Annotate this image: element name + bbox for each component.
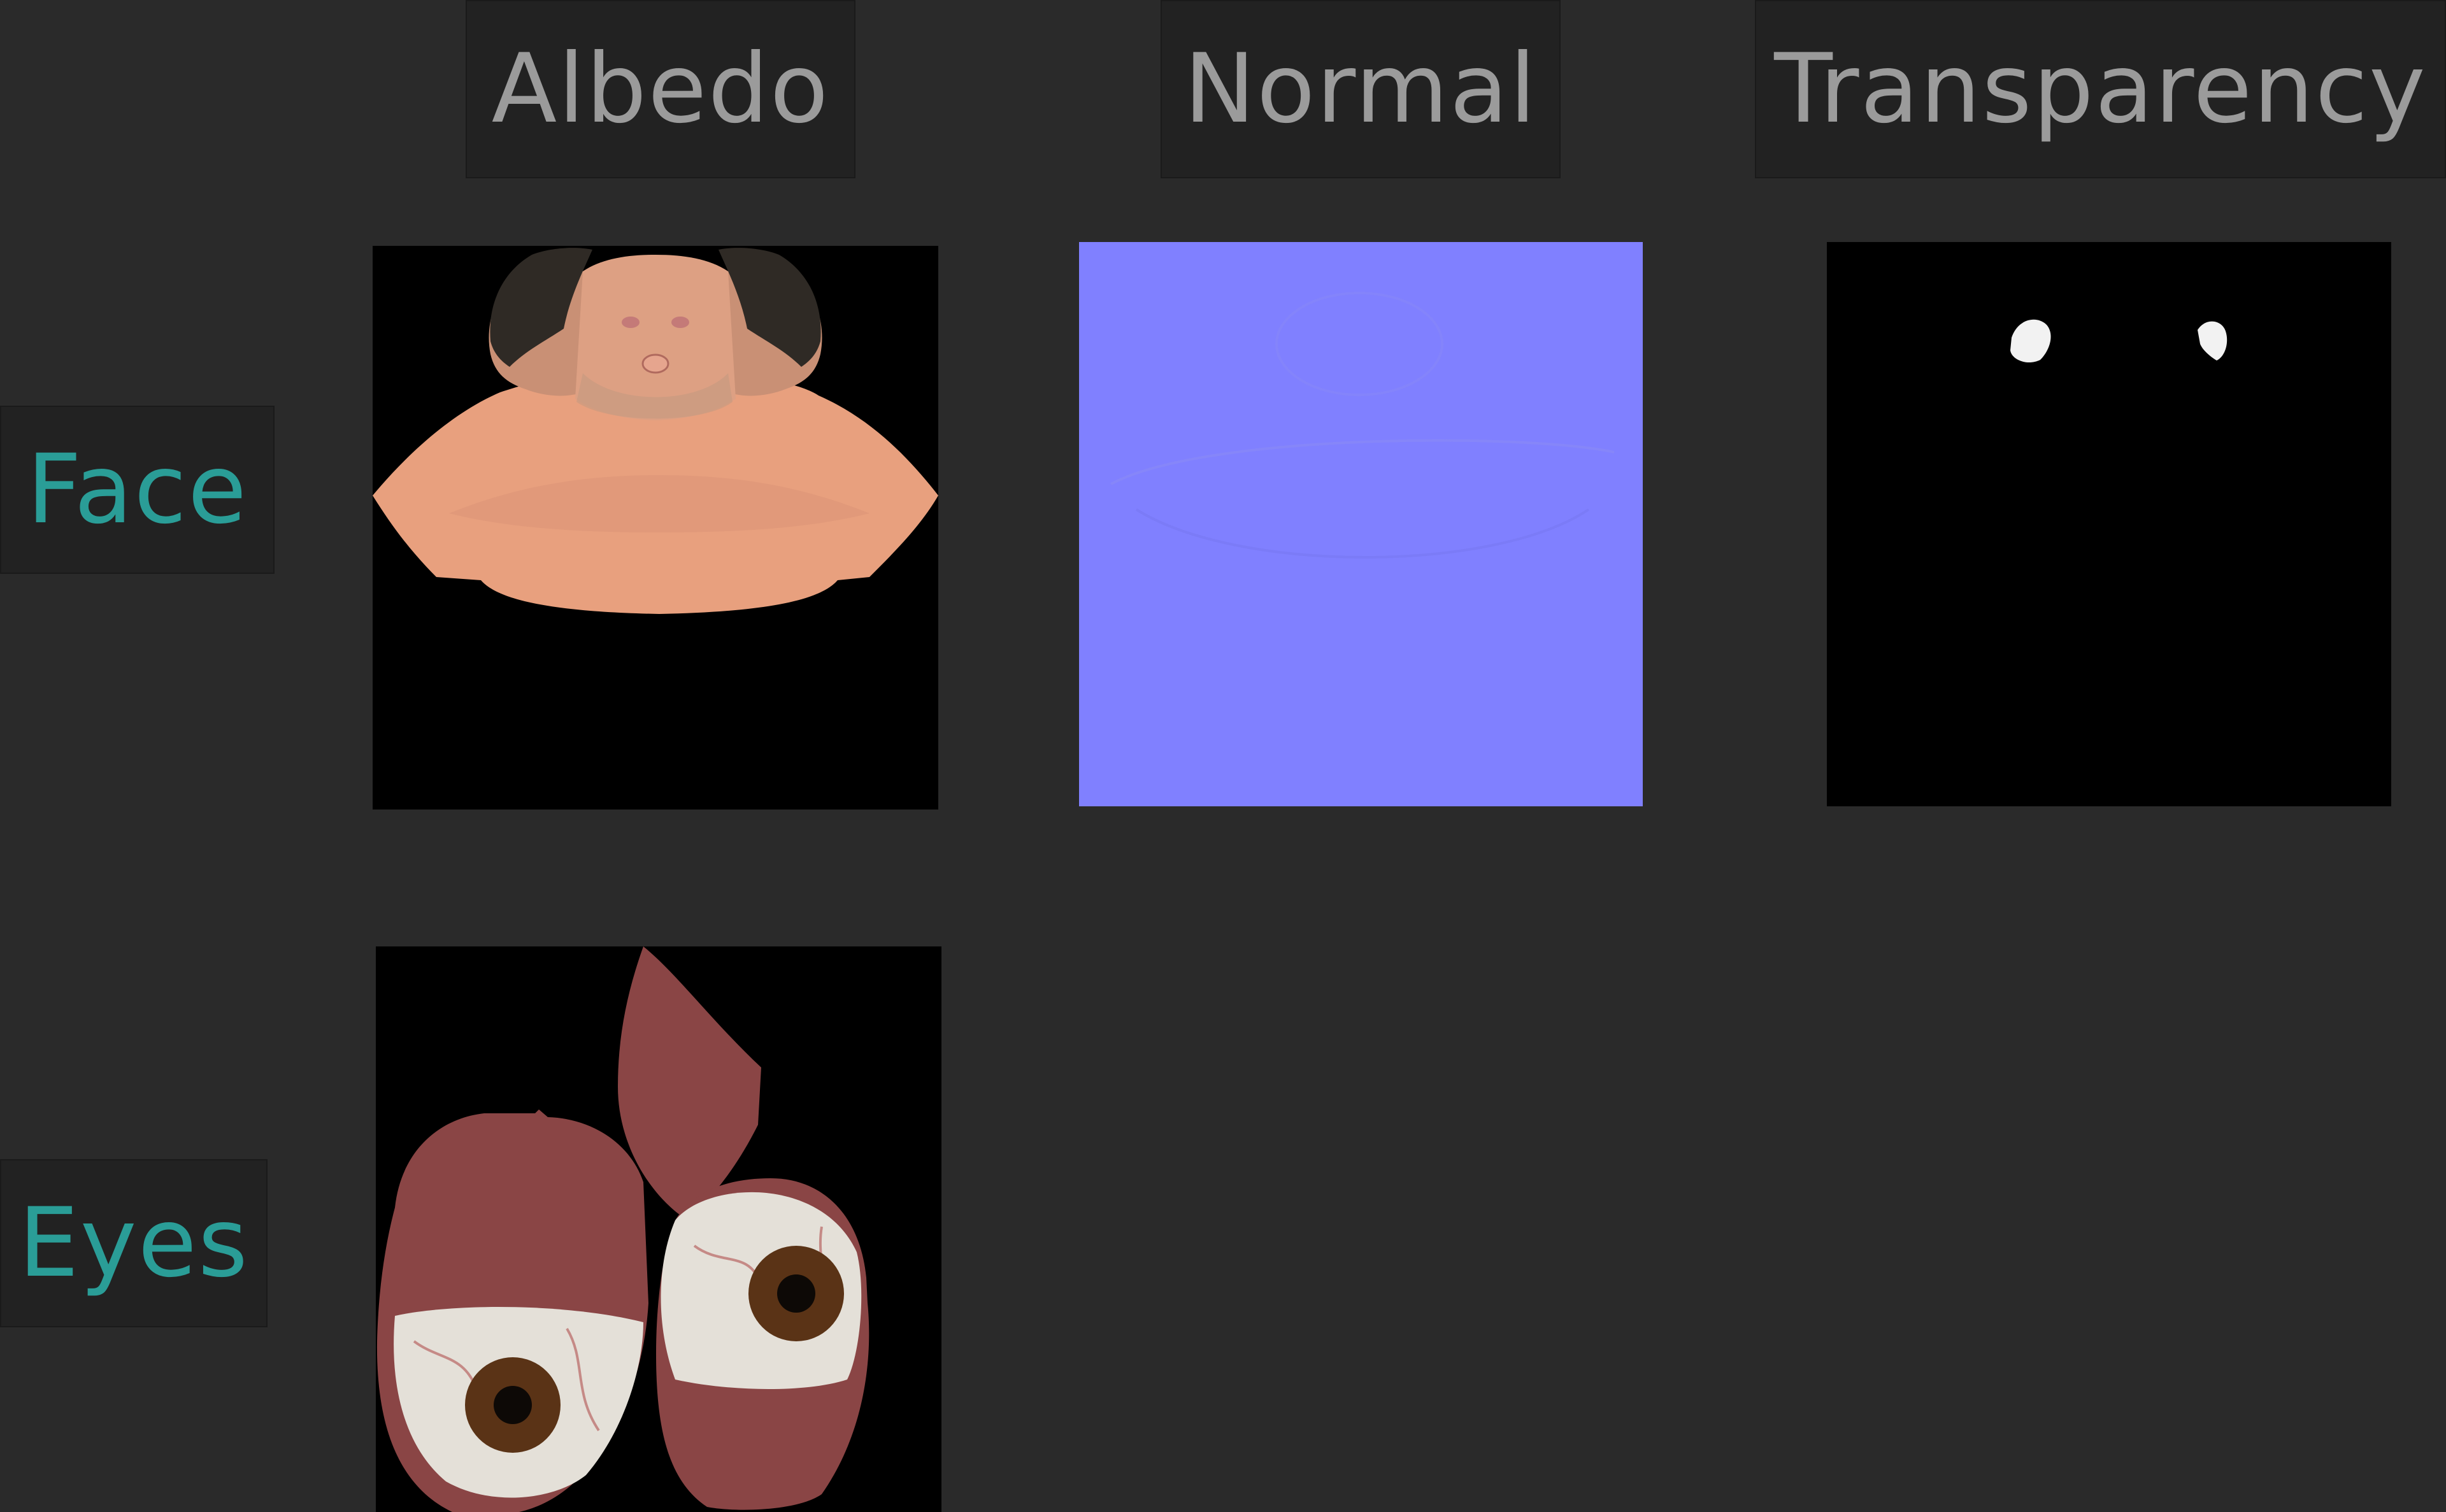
row-header-eyes: Eyes — [0, 1159, 268, 1327]
face-transparency-texture — [1827, 242, 2391, 806]
column-label-transparency: Transparency — [1774, 34, 2427, 145]
column-header-normal: Normal — [1161, 0, 1561, 178]
row-header-face: Face — [0, 406, 275, 574]
column-header-albedo: Albedo — [466, 0, 855, 178]
row-label-eyes: Eyes — [18, 1188, 249, 1299]
column-label-albedo: Albedo — [491, 34, 830, 145]
row-label-face: Face — [26, 434, 248, 545]
column-header-transparency: Transparency — [1755, 0, 2446, 178]
face-albedo-texture — [373, 246, 938, 809]
texture-grid: Albedo Normal Transparency Face Eyes — [0, 0, 2446, 1512]
eyes-albedo-texture — [376, 946, 941, 1512]
column-label-normal: Normal — [1184, 34, 1538, 145]
face-normal-texture — [1079, 242, 1643, 806]
